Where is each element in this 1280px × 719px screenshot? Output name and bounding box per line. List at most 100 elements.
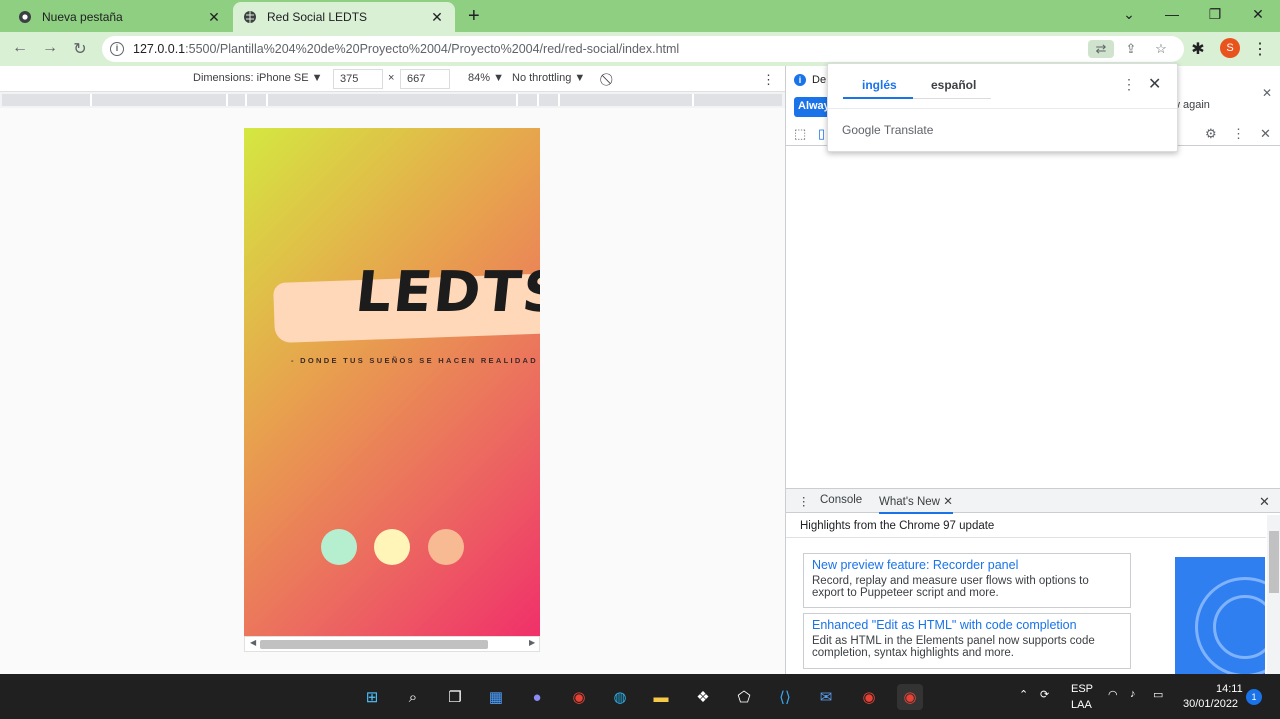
translate-popup: inglés español ⋮ ✕ Google Translate — [827, 63, 1178, 152]
more-icon[interactable]: ⋮ — [1232, 126, 1245, 142]
close-drawer-icon[interactable]: ✕ — [1259, 494, 1270, 510]
close-devtools-icon[interactable]: ✕ — [1260, 126, 1271, 142]
close-infobar-icon[interactable]: ✕ — [1262, 86, 1272, 100]
dropbox-icon[interactable]: ❖ — [690, 684, 716, 710]
tab-divider — [913, 98, 991, 99]
clock-time[interactable]: 14:11 — [1216, 683, 1243, 695]
infobar-text: De — [812, 74, 827, 86]
restore-icon[interactable]: ❐ — [1205, 6, 1225, 23]
drawer-menu-icon[interactable]: ⋮ — [798, 494, 810, 508]
throttling-select[interactable]: No throttling ▼ — [512, 72, 585, 84]
chrome-profile-icon[interactable]: ◉ — [856, 684, 882, 710]
translate-icon[interactable]: ⇄ — [1088, 40, 1114, 58]
close-tab-icon[interactable]: ✕ — [206, 9, 222, 26]
scroll-left-icon[interactable]: ◀ — [250, 638, 256, 647]
media-query-ruler[interactable] — [2, 94, 782, 106]
avatar[interactable]: S — [1220, 38, 1240, 58]
scrollbar-thumb[interactable] — [1269, 531, 1279, 593]
google-translate-brand: Google Translate — [842, 123, 934, 137]
height-input[interactable]: 667 — [400, 69, 450, 89]
feature-card[interactable]: Enhanced "Edit as HTML" with code comple… — [803, 613, 1131, 669]
show-hidden-icons[interactable]: ⌃ — [1019, 688, 1028, 701]
language-tab-spanish[interactable]: español — [931, 78, 976, 92]
drawer-tabs: ⋮ Console What's New ✕ ✕ — [786, 489, 1280, 514]
chrome-active-icon[interactable]: ◉ — [897, 684, 923, 710]
horizontal-scrollbar[interactable]: ◀ ▶ — [244, 636, 540, 652]
vscode-icon[interactable]: ⟨⟩ — [772, 684, 798, 710]
tab-search-icon[interactable]: ⌄ — [1119, 6, 1139, 23]
width-input[interactable]: 375 — [333, 69, 383, 89]
chrome-icon[interactable]: ◉ — [566, 684, 592, 710]
more-options-icon[interactable]: ⋮ — [762, 72, 775, 88]
card-title[interactable]: New preview feature: Recorder panel — [812, 558, 1122, 572]
tab-console[interactable]: Console — [820, 494, 862, 506]
edge-icon[interactable]: ◍ — [607, 684, 633, 710]
share-icon[interactable]: ⇪ — [1122, 40, 1140, 58]
carousel-dot[interactable] — [428, 529, 464, 565]
file-explorer-icon[interactable]: ▬ — [648, 684, 674, 710]
app-icon[interactable]: ⬠ — [731, 684, 757, 710]
site-tagline: - DONDE TUS SUEÑOS SE HACEN REALIDAD — [291, 356, 538, 365]
windows-taskbar: ⊞ ⌕ ❐ ▦ ● ◉ ◍ ▬ ❖ ⬠ ⟨⟩ ✉ ◉ ◉ ⌃ ⟳ ESP LAA… — [0, 674, 1280, 719]
device-toggle-icon[interactable]: ▯ — [818, 126, 825, 142]
scroll-right-icon[interactable]: ▶ — [529, 638, 535, 647]
device-toolbar: Dimensions: iPhone SE ▼ 375 × 667 84% ▼ … — [0, 66, 785, 92]
tab-strip: Nueva pestaña ✕ Red Social LEDTS ✕ + ⌄ —… — [0, 0, 1280, 32]
translate-options-icon[interactable]: ⋮ — [1122, 76, 1136, 93]
close-tab-icon[interactable]: ✕ — [943, 496, 953, 508]
zoom-select[interactable]: 84% ▼ — [468, 72, 504, 84]
inspect-icon[interactable]: ⬚ — [794, 126, 806, 142]
back-icon[interactable]: ← — [10, 39, 30, 57]
divider — [786, 537, 1266, 538]
url-text[interactable]: 127.0.0.1:5500/Plantilla%204%20de%20Proy… — [133, 42, 679, 56]
carousel-dot[interactable] — [374, 529, 410, 565]
settings-gear-icon[interactable]: ⚙ — [1205, 126, 1217, 142]
page-viewport: Dimensions: iPhone SE ▼ 375 × 667 84% ▼ … — [0, 66, 785, 674]
dimension-separator: × — [388, 72, 395, 84]
notification-badge[interactable]: 1 — [1246, 689, 1262, 705]
vertical-scrollbar[interactable] — [1267, 515, 1280, 675]
close-window-icon[interactable]: ✕ — [1248, 6, 1268, 23]
forward-icon[interactable]: → — [40, 39, 60, 57]
language-tab-english[interactable]: inglés — [862, 78, 897, 92]
tab-new-tab[interactable]: Nueva pestaña ✕ — [8, 2, 232, 32]
language-indicator[interactable]: ESP — [1071, 683, 1093, 695]
search-icon[interactable]: ⌕ — [400, 684, 426, 710]
volume-icon[interactable]: ♪ — [1130, 688, 1136, 700]
feature-card[interactable]: New preview feature: Recorder panel Reco… — [803, 553, 1131, 608]
task-view-icon[interactable]: ❐ — [442, 684, 468, 710]
devtools-drawer: ⋮ Console What's New ✕ ✕ Highlights from… — [786, 488, 1280, 675]
mail-icon[interactable]: ✉ — [813, 684, 839, 710]
scrollbar-thumb[interactable] — [260, 640, 488, 649]
start-icon[interactable]: ⊞ — [359, 684, 385, 710]
close-tab-icon[interactable]: ✕ — [429, 9, 445, 26]
site-info-icon[interactable]: i — [110, 42, 124, 56]
extensions-icon[interactable]: ✱ — [1188, 39, 1208, 59]
close-popup-icon[interactable]: ✕ — [1148, 74, 1161, 94]
keyboard-layout[interactable]: LAA — [1071, 699, 1092, 711]
battery-icon[interactable]: ▭ — [1153, 688, 1163, 701]
tab-label: Nueva pestaña — [42, 10, 123, 24]
wifi-icon[interactable]: ◠ — [1108, 688, 1118, 701]
address-bar[interactable]: i 127.0.0.1:5500/Plantilla%204%20de%20Pr… — [102, 36, 1184, 62]
reload-icon[interactable]: ↻ — [70, 39, 90, 59]
globe-icon — [243, 10, 257, 24]
chat-icon[interactable]: ● — [524, 684, 550, 710]
device-screen: LEDTS - DONDE TUS SUEÑOS SE HACEN REALID… — [244, 128, 540, 636]
browser-toolbar: ← → ↻ i 127.0.0.1:5500/Plantilla%204%20d… — [0, 32, 1280, 66]
menu-icon[interactable]: ⋮ — [1250, 39, 1270, 59]
card-title[interactable]: Enhanced "Edit as HTML" with code comple… — [812, 618, 1122, 632]
sync-icon[interactable]: ⟳ — [1040, 688, 1049, 701]
tab-label: Red Social LEDTS — [267, 10, 368, 24]
tab-whats-new[interactable]: What's New ✕ — [879, 494, 953, 514]
carousel-dot[interactable] — [321, 529, 357, 565]
bookmark-star-icon[interactable]: ☆ — [1152, 40, 1170, 58]
tab-red-social[interactable]: Red Social LEDTS ✕ — [233, 2, 455, 32]
clock-date[interactable]: 30/01/2022 — [1183, 698, 1238, 710]
card-description: Record, replay and measure user flows wi… — [812, 575, 1089, 599]
device-select[interactable]: Dimensions: iPhone SE ▼ — [193, 72, 323, 84]
widgets-icon[interactable]: ▦ — [483, 684, 509, 710]
minimize-icon[interactable]: — — [1162, 6, 1182, 22]
new-tab-button[interactable]: + — [468, 6, 480, 26]
highlights-heading: Highlights from the Chrome 97 update — [800, 520, 995, 532]
